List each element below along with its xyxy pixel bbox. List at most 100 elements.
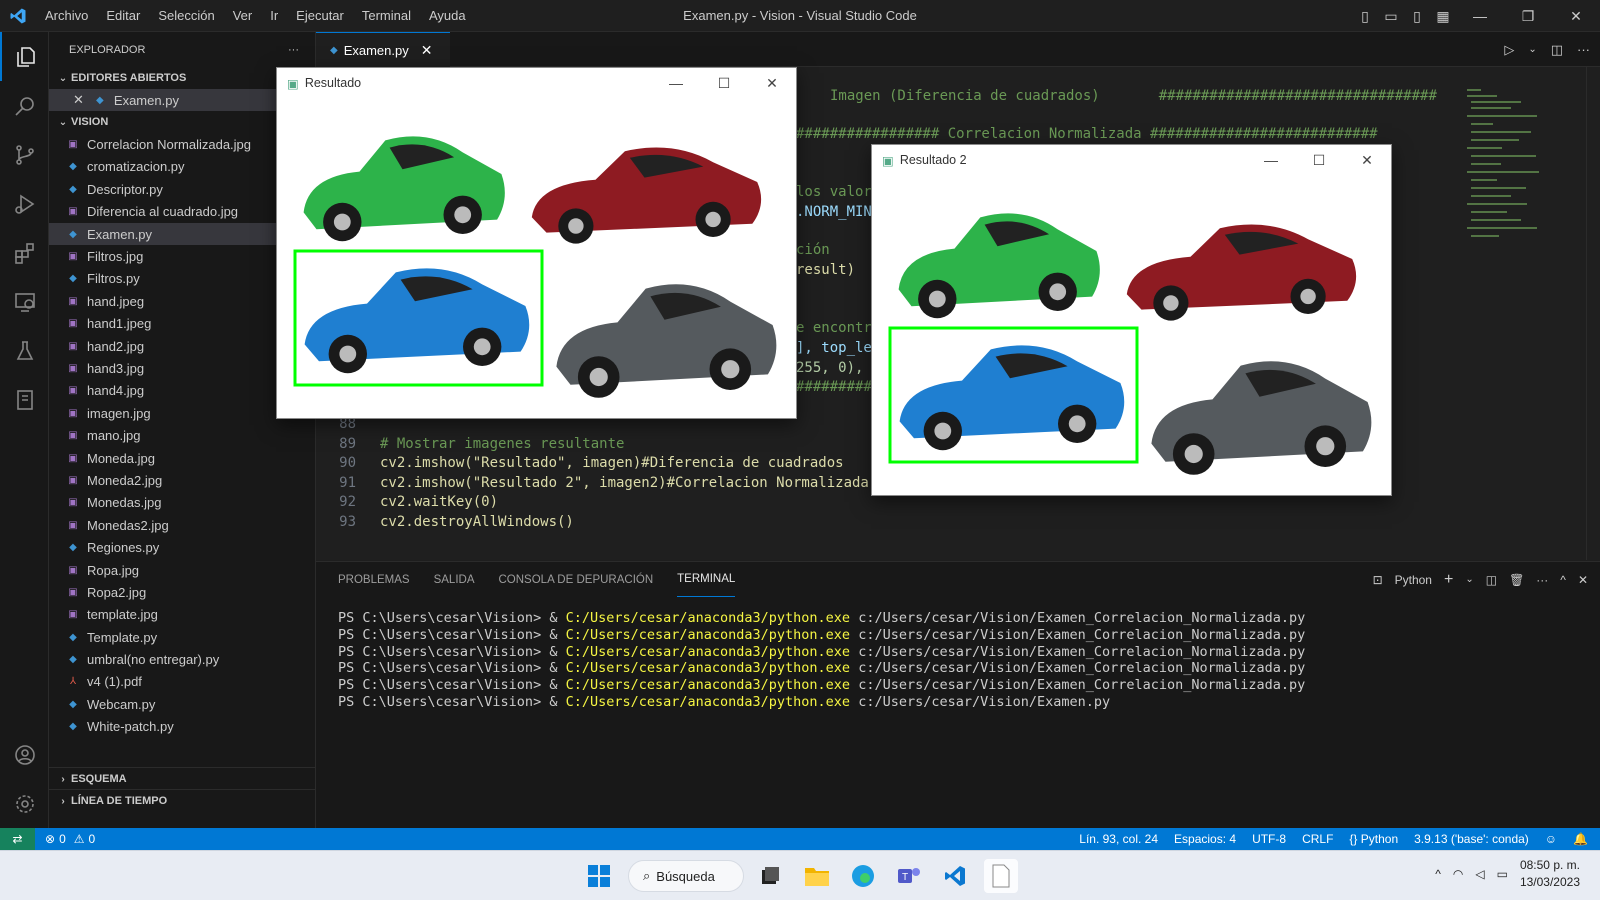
file-item[interactable]: ⅄ v4 (1).pdf bbox=[49, 671, 315, 693]
task-view-icon[interactable] bbox=[753, 859, 787, 893]
teams-icon[interactable]: T bbox=[892, 859, 926, 893]
indentation[interactable]: Espacios: 4 bbox=[1174, 832, 1236, 846]
title-bar: Archivo Editar Selección Ver Ir Ejecutar Termi… bbox=[0, 0, 1600, 32]
close-button[interactable]: ✕ bbox=[748, 75, 796, 92]
file-item[interactable]: ▣ Ropa.jpg bbox=[49, 559, 315, 581]
volume-icon[interactable]: ◁ bbox=[1475, 867, 1484, 881]
minimize-button[interactable]: — bbox=[1247, 152, 1295, 168]
notebook-icon[interactable] bbox=[0, 375, 49, 424]
cursor-position[interactable]: Lín. 93, col. 24 bbox=[1079, 832, 1158, 846]
menu-item[interactable]: Ir bbox=[270, 8, 278, 23]
chevron-up-icon[interactable]: ^ bbox=[1435, 867, 1441, 881]
menu-item[interactable]: Terminal bbox=[362, 8, 411, 23]
minimize-button[interactable]: — bbox=[652, 75, 700, 91]
problems-status[interactable]: ⊗ 0 ⚠ 0 bbox=[45, 832, 95, 846]
terminal-shell-icon[interactable]: ⊡ bbox=[1373, 573, 1383, 587]
toggle-panel-icon[interactable]: ▭ bbox=[1378, 8, 1404, 25]
tab-examen-py[interactable]: ◆ Examen.py ✕ bbox=[316, 32, 450, 67]
split-terminal-icon[interactable]: ◫ bbox=[1486, 573, 1497, 587]
menu-item[interactable]: Ayuda bbox=[429, 8, 466, 23]
panel-tab[interactable]: CONSOLA DE DEPURACIÓN bbox=[499, 562, 654, 597]
result-2-window[interactable]: ▣ Resultado 2 — ☐ ✕ bbox=[871, 144, 1392, 496]
explorer-icon[interactable] bbox=[0, 32, 49, 81]
file-item[interactable]: ▣ template.jpg bbox=[49, 604, 315, 626]
close-panel-icon[interactable]: ✕ bbox=[1578, 573, 1588, 587]
terminal-output[interactable]: PS C:\Users\cesar\Vision> & C:/Users/ces… bbox=[338, 610, 1305, 711]
file-item[interactable]: ◆ umbral(no entregar).py bbox=[49, 648, 315, 670]
language-mode[interactable]: {} Python bbox=[1349, 832, 1398, 846]
edge-browser-icon[interactable] bbox=[846, 859, 880, 893]
windows-start-icon[interactable] bbox=[582, 859, 616, 893]
file-item[interactable]: ◆ Template.py bbox=[49, 626, 315, 648]
menu-item[interactable]: Editar bbox=[106, 8, 140, 23]
notifications-bell-icon[interactable]: 🔔 bbox=[1573, 832, 1588, 846]
file-item[interactable]: ◆ White-patch.py bbox=[49, 716, 315, 738]
split-editor-icon[interactable]: ◫ bbox=[1551, 42, 1563, 58]
file-name: hand1.jpeg bbox=[87, 316, 152, 332]
remote-explorer-icon[interactable] bbox=[0, 277, 49, 326]
maximize-button[interactable]: ❐ bbox=[1504, 8, 1552, 25]
new-terminal-icon[interactable]: + bbox=[1444, 571, 1453, 589]
terminal-shell-label[interactable]: Python bbox=[1395, 573, 1432, 587]
run-debug-icon[interactable] bbox=[0, 179, 49, 228]
close-tab-icon[interactable]: ✕ bbox=[421, 42, 433, 59]
file-item[interactable]: ▣ Monedas2.jpg bbox=[49, 514, 315, 536]
settings-gear-icon[interactable] bbox=[0, 779, 49, 828]
file-item[interactable]: ◆ Webcam.py bbox=[49, 693, 315, 715]
file-item[interactable]: ▣ Moneda2.jpg bbox=[49, 469, 315, 491]
search-icon[interactable] bbox=[0, 81, 49, 130]
feedback-icon[interactable]: ☺ bbox=[1545, 832, 1557, 846]
panel-tab[interactable]: TERMINAL bbox=[677, 562, 736, 597]
minimap[interactable] bbox=[1465, 87, 1560, 247]
chevron-down-icon[interactable]: ⌄ bbox=[1465, 574, 1473, 585]
file-item[interactable]: ▣ Moneda.jpg bbox=[49, 447, 315, 469]
trash-icon[interactable]: 🗑 bbox=[1509, 573, 1524, 587]
file-explorer-icon[interactable] bbox=[800, 859, 834, 893]
menu-item[interactable]: Selección bbox=[158, 8, 214, 23]
run-python-icon[interactable]: ▷ bbox=[1504, 42, 1514, 58]
maximize-button[interactable]: ☐ bbox=[700, 75, 748, 92]
wifi-icon[interactable]: ◠ bbox=[1453, 867, 1463, 881]
extensions-icon[interactable] bbox=[0, 228, 49, 277]
vscode-taskbar-icon[interactable] bbox=[938, 859, 972, 893]
toggle-sidebar-icon[interactable]: ▯ bbox=[1352, 8, 1378, 25]
file-item[interactable]: ▣ Monedas.jpg bbox=[49, 492, 315, 514]
accounts-icon[interactable] bbox=[0, 730, 49, 779]
line-ending[interactable]: CRLF bbox=[1302, 832, 1333, 846]
menu-item[interactable]: Archivo bbox=[45, 8, 88, 23]
python-interpreter[interactable]: 3.9.13 ('base': conda) bbox=[1414, 832, 1529, 846]
file-item[interactable]: ▣ Ropa2.jpg bbox=[49, 581, 315, 603]
scrollbar[interactable] bbox=[1586, 67, 1600, 560]
encoding[interactable]: UTF-8 bbox=[1252, 832, 1286, 846]
terminal-arg: c:/Users/cesar/Vision/Examen.py bbox=[850, 693, 1111, 710]
python-window-icon[interactable] bbox=[984, 859, 1018, 893]
more-actions-icon[interactable]: ··· bbox=[288, 44, 299, 56]
result-window[interactable]: ▣ Resultado — ☐ ✕ bbox=[276, 67, 797, 419]
source-control-icon[interactable] bbox=[0, 130, 49, 179]
maximize-button[interactable]: ☐ bbox=[1295, 152, 1343, 169]
more-actions-icon[interactable]: ··· bbox=[1577, 42, 1590, 57]
minimize-button[interactable]: — bbox=[1456, 8, 1504, 24]
maximize-panel-icon[interactable]: ^ bbox=[1560, 573, 1566, 587]
chevron-down-icon[interactable]: ⌄ bbox=[1528, 44, 1536, 55]
close-window-button[interactable]: ✕ bbox=[1552, 8, 1600, 25]
file-item[interactable]: ◆ Regiones.py bbox=[49, 536, 315, 558]
more-actions-icon[interactable]: ··· bbox=[1536, 573, 1548, 587]
panel-tab[interactable]: PROBLEMAS bbox=[338, 562, 410, 597]
outline-section[interactable]: › ESQUEMA bbox=[49, 767, 315, 790]
remote-icon[interactable]: ⇄ bbox=[0, 828, 35, 850]
toggle-secondary-sidebar-icon[interactable]: ▯ bbox=[1404, 8, 1430, 25]
taskbar-search[interactable]: ⌕ Búsqueda bbox=[628, 860, 744, 892]
battery-icon[interactable]: ▭ bbox=[1497, 867, 1508, 881]
panel-tab[interactable]: SALIDA bbox=[434, 562, 475, 597]
file-item[interactable]: ▣ mano.jpg bbox=[49, 424, 315, 446]
customize-layout-icon[interactable]: ▦ bbox=[1430, 8, 1456, 25]
timeline-section[interactable]: › LÍNEA DE TIEMPO bbox=[49, 789, 315, 812]
menu-item[interactable]: Ejecutar bbox=[296, 8, 344, 23]
close-icon[interactable]: ✕ bbox=[73, 92, 84, 108]
terminal-exe: C:/Users/cesar/anaconda3/python.exe bbox=[565, 626, 851, 643]
close-button[interactable]: ✕ bbox=[1343, 152, 1391, 169]
clock[interactable]: 08:50 p. m. 13/03/2023 bbox=[1520, 857, 1580, 891]
menu-item[interactable]: Ver bbox=[233, 8, 253, 23]
testing-icon[interactable] bbox=[0, 326, 49, 375]
